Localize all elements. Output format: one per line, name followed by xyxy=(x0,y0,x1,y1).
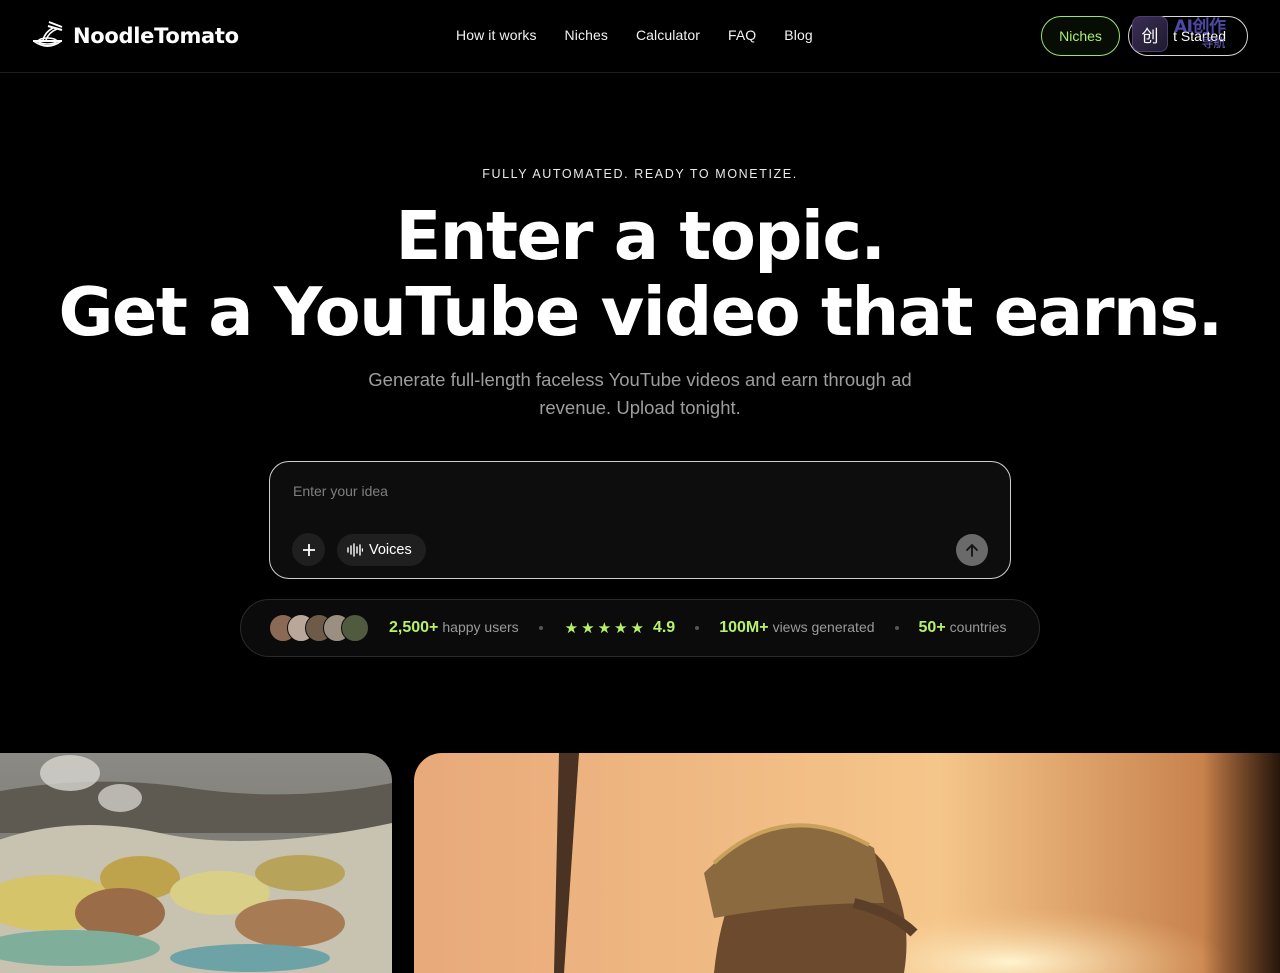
views-label: views generated xyxy=(772,619,875,635)
voices-button[interactable]: Voices xyxy=(337,534,426,566)
separator-dot xyxy=(894,626,899,630)
gladiator-thumbnail-image[interactable] xyxy=(414,753,1280,973)
nav-link-how-it-works[interactable]: How it works xyxy=(456,27,537,43)
countries-stat: 50+ countries xyxy=(919,619,1007,637)
users-label: happy users xyxy=(442,619,519,635)
site-header: NoodleTomato How it works Niches Calcula… xyxy=(0,0,1280,73)
brand-logo[interactable]: NoodleTomato xyxy=(31,20,239,51)
star-icon: ★ xyxy=(564,619,579,637)
arrow-up-icon xyxy=(966,544,978,557)
hero-headline: Enter a topic. Get a YouTube video that … xyxy=(0,198,1280,350)
star-rating: ★ ★ ★ ★ ★ 4.9 xyxy=(565,619,676,637)
nav-link-calculator[interactable]: Calculator xyxy=(636,27,700,43)
nav-link-faq[interactable]: FAQ xyxy=(728,27,756,43)
headline-line-1: Enter a topic. xyxy=(395,197,887,275)
badge-logo-icon: 创 xyxy=(1132,16,1168,52)
idea-prompt-box: Voices xyxy=(269,461,1011,579)
submit-button[interactable] xyxy=(956,534,988,566)
views-value: 100M+ xyxy=(719,619,769,636)
user-avatars xyxy=(269,614,369,642)
rating-value: 4.9 xyxy=(652,619,676,636)
star-icon: ★ xyxy=(597,619,612,637)
add-attachment-button[interactable] xyxy=(292,533,325,566)
avatar xyxy=(341,614,369,642)
star-icon: ★ xyxy=(614,619,628,637)
countries-value: 50+ xyxy=(918,619,946,636)
hero-subhead: Generate full-length faceless YouTube vi… xyxy=(368,369,912,418)
separator-dot xyxy=(538,626,543,630)
nav-link-blog[interactable]: Blog xyxy=(784,27,812,43)
nav-link-niches[interactable]: Niches xyxy=(565,27,608,43)
brand-name: NoodleTomato xyxy=(73,23,239,48)
voices-label: Voices xyxy=(369,542,412,558)
plus-icon xyxy=(302,543,315,556)
headline-line-2: Get a YouTube video that earns. xyxy=(58,273,1223,351)
social-proof-bar: 2,500+ happy users ★ ★ ★ ★ ★ 4.9 100M+ v… xyxy=(240,599,1040,657)
star-icon: ★ xyxy=(630,619,644,637)
main-nav: How it works Niches Calculator FAQ Blog xyxy=(456,27,813,43)
hero-eyebrow: FULLY AUTOMATED. READY TO MONETIZE. xyxy=(482,167,798,181)
views-stat: 100M+ views generated xyxy=(719,619,874,637)
users-value: 2,500+ xyxy=(389,619,439,636)
idea-input[interactable] xyxy=(291,479,981,503)
badge-line1: AI创作 xyxy=(1174,17,1226,37)
users-stat: 2,500+ happy users xyxy=(389,619,519,637)
countries-label: countries xyxy=(949,619,1007,635)
niches-button[interactable]: Niches xyxy=(1041,16,1120,56)
waveform-icon xyxy=(347,543,363,557)
separator-dot xyxy=(695,626,700,630)
landscape-thumbnail-image[interactable] xyxy=(0,753,392,973)
badge-line2: 导航 xyxy=(1201,36,1226,50)
noodle-bowl-icon xyxy=(33,21,63,47)
watermark-badge[interactable]: 创 AI创作 导航 xyxy=(1132,14,1262,54)
star-icon: ★ xyxy=(581,619,595,637)
